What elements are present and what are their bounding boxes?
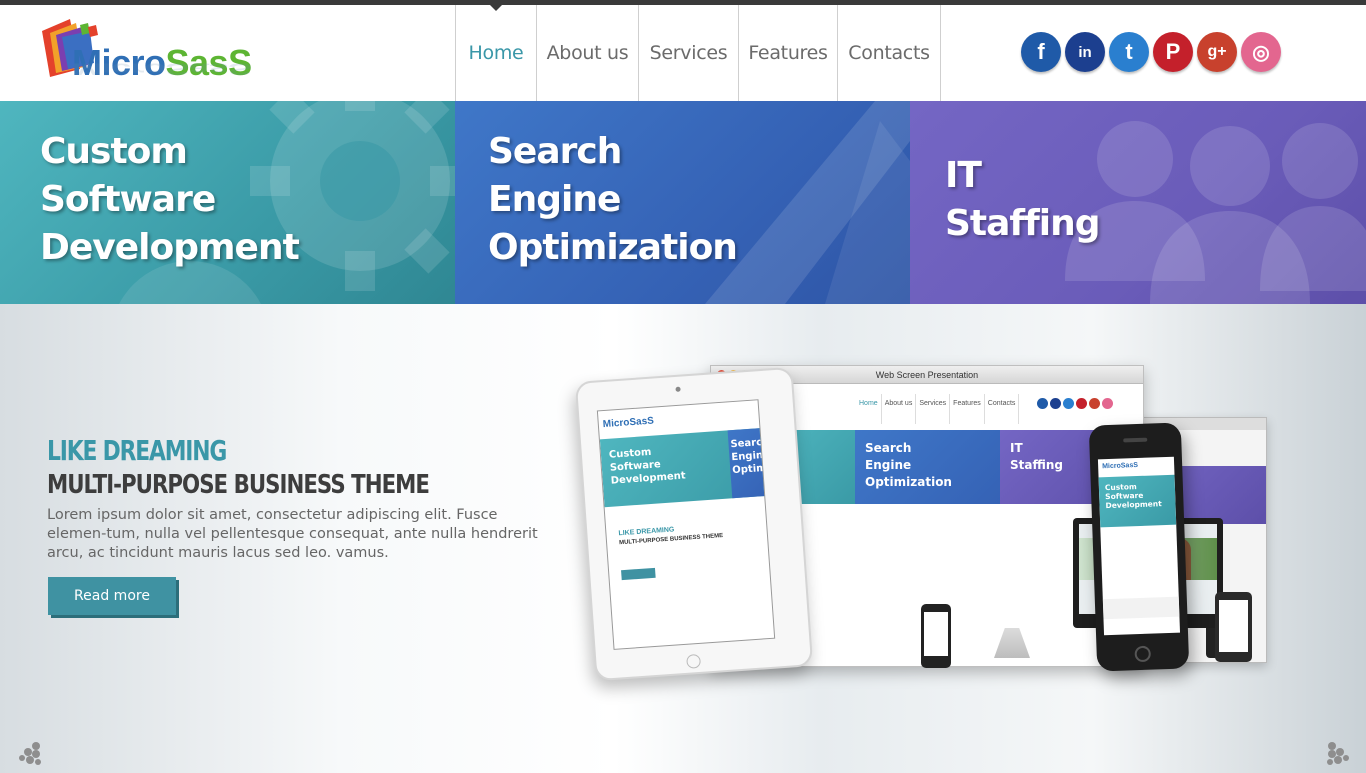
corner-dots-icon	[1327, 742, 1349, 765]
monitor-stand	[994, 628, 1030, 658]
hero-headline: MULTI-PURPOSE BUSINESS THEME	[47, 470, 430, 500]
panel-seo[interactable]: Search Engine Optimization	[455, 101, 910, 304]
nav-about-us[interactable]: About us	[537, 5, 639, 101]
mini-social-icons	[1037, 398, 1113, 409]
service-banner: Custom Software Development Search Engin…	[0, 101, 1366, 304]
hero-body: Lorem ipsum dolor sit amet, consectetur …	[47, 507, 538, 561]
nav-home[interactable]: Home	[456, 5, 537, 101]
social-links: f in t P g+ ◎	[1021, 32, 1281, 72]
hero-section: LIKE DREAMING MULTI-PURPOSE BUSINESS THE…	[0, 304, 1366, 773]
panel-title: Search Engine Optimization	[488, 131, 738, 268]
browser-title: Web Screen Presentation	[875, 370, 979, 380]
people-icon	[1065, 121, 1366, 304]
tablet-device: MicroSasS Custom Software Development Se…	[574, 366, 814, 682]
phone-screen: MicroSasS Custom Software Development	[1097, 456, 1181, 636]
logo[interactable]: MicroSasS MicroSasS	[40, 15, 260, 95]
small-tablet	[1215, 592, 1252, 662]
phone-home-button	[1134, 645, 1152, 663]
read-more-button[interactable]: Read more	[48, 577, 176, 615]
devices-mockup: Web Screen Presentation Home About us Se…	[574, 359, 1315, 719]
nav-contacts[interactable]: Contacts	[838, 5, 941, 101]
panel-title: Custom Software Development	[40, 131, 300, 268]
tablet-screen: MicroSasS Custom Software Development Se…	[596, 399, 776, 650]
site-header: MicroSasS MicroSasS Home About us Servic…	[0, 5, 1366, 101]
panel-it-staffing[interactable]: IT Staffing	[910, 101, 1366, 304]
hero-eyebrow: LIKE DREAMING	[47, 434, 227, 467]
main-nav: Home About us Services Features Contacts	[455, 5, 941, 101]
linkedin-icon[interactable]: in	[1065, 32, 1105, 72]
dribbble-icon[interactable]: ◎	[1241, 32, 1281, 72]
twitter-icon[interactable]: t	[1109, 32, 1149, 72]
panel-custom-software[interactable]: Custom Software Development	[0, 101, 455, 304]
mini-nav: Home About us Services Features Contacts	[856, 394, 1020, 424]
pinterest-icon[interactable]: P	[1153, 32, 1193, 72]
mini-banner: Search Engine Optimization IT Staffing	[766, 430, 1144, 504]
corner-dots-icon	[19, 742, 41, 765]
small-phone	[921, 604, 951, 668]
panel-title: IT Staffing	[945, 155, 1100, 244]
nav-features[interactable]: Features	[739, 5, 838, 101]
nav-services[interactable]: Services	[639, 5, 739, 101]
facebook-icon[interactable]: f	[1021, 32, 1061, 72]
google-plus-icon[interactable]: g+	[1197, 32, 1237, 72]
smartphone-device: MicroSasS Custom Software Development	[1088, 422, 1190, 672]
logo-reflection: MicroSasS	[72, 59, 252, 79]
